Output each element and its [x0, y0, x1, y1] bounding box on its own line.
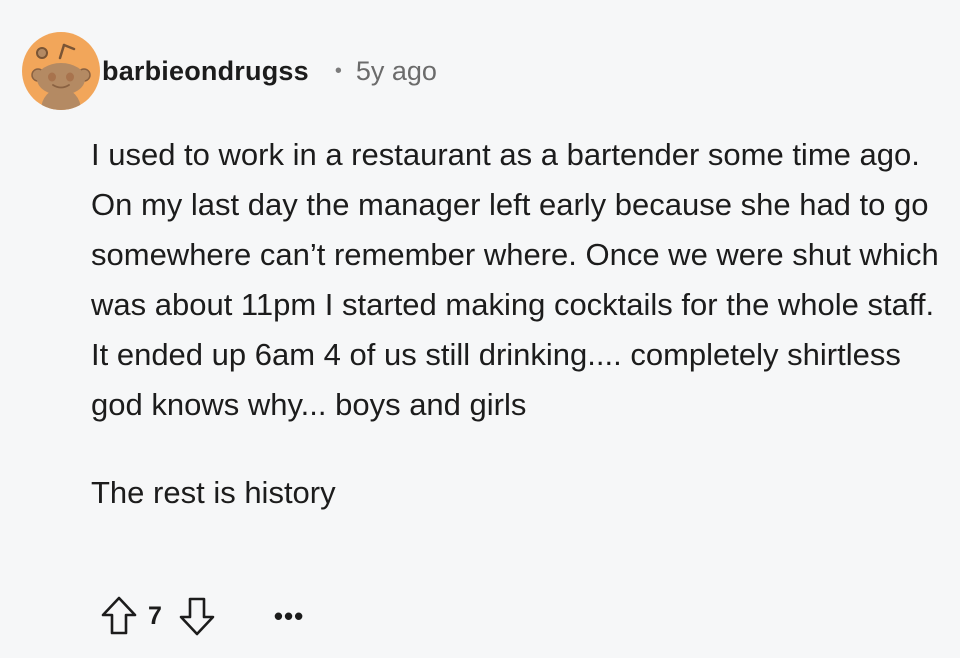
comment-header: barbieondrugss • 5y ago — [22, 30, 437, 112]
more-options-button[interactable]: ••• — [274, 601, 304, 632]
comment-paragraph: The rest is history — [91, 475, 336, 510]
comment-author[interactable]: barbieondrugss — [102, 56, 309, 87]
user-avatar[interactable] — [22, 32, 100, 110]
ellipsis-icon: ••• — [273, 600, 305, 631]
vote-score: 7 — [148, 601, 162, 630]
comment-actions: 7 ••• — [100, 592, 304, 640]
comment-timestamp[interactable]: 5y ago — [356, 56, 437, 87]
comment-body: I used to work in a restaurant as a bart… — [91, 130, 941, 518]
comment-card: barbieondrugss • 5y ago I used to work i… — [0, 0, 960, 658]
snoo-avatar-icon — [31, 43, 91, 110]
arrow-up-outline-icon — [101, 596, 137, 635]
upvote-button[interactable] — [100, 595, 138, 637]
downvote-button[interactable] — [178, 595, 216, 637]
arrow-down-outline-icon — [179, 597, 215, 636]
comment-paragraph: I used to work in a restaurant as a bart… — [91, 137, 939, 422]
meta-separator: • — [334, 59, 342, 82]
